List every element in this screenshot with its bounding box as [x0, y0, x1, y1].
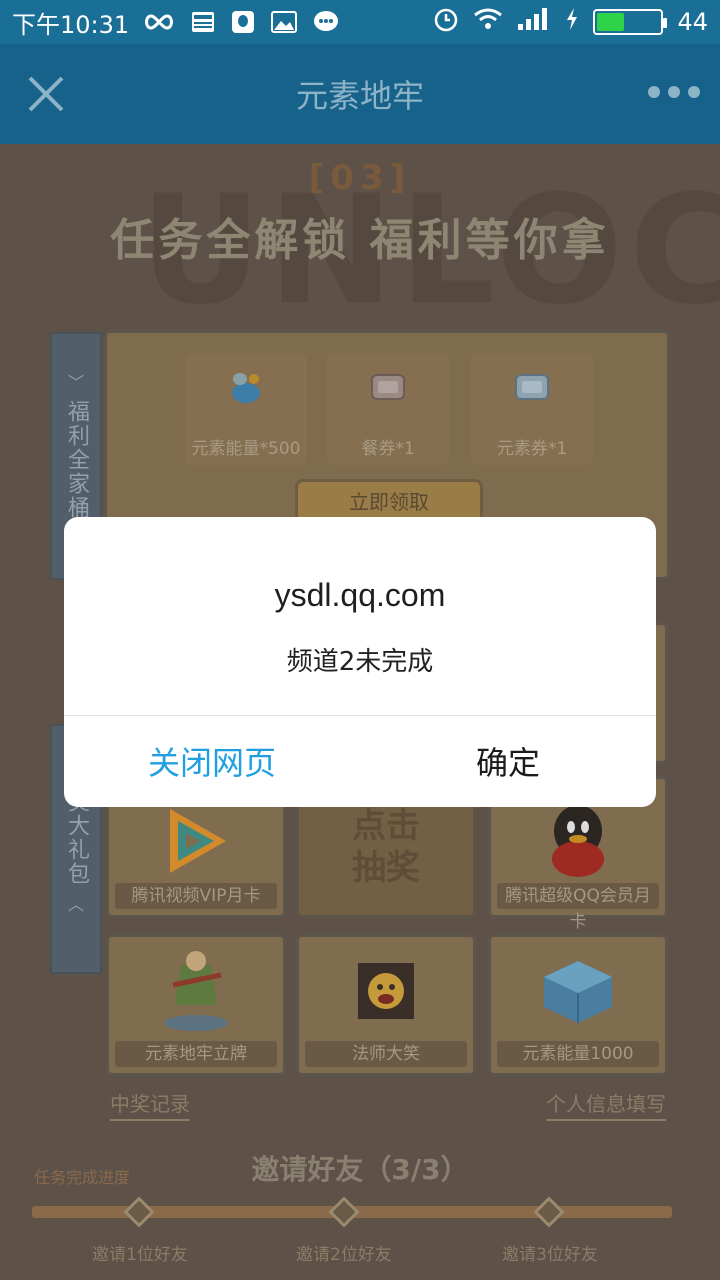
confirm-button[interactable]: 确定	[360, 715, 656, 807]
gift-item: 元素能量*500	[185, 353, 307, 465]
milestone-label: 邀请1位好友	[92, 1245, 188, 1265]
milestone-node	[123, 1196, 155, 1228]
milestone-node	[328, 1196, 360, 1228]
dialog-message: 频道2未完成	[286, 647, 434, 677]
gift-item: 元素券*1	[471, 353, 593, 465]
alarm-icon	[433, 6, 459, 38]
infinity-icon	[143, 13, 175, 31]
dialog-host: ysdl.qq.com	[274, 577, 446, 613]
image-icon	[271, 11, 298, 33]
win-record-link[interactable]: 中奖记录	[110, 1088, 190, 1121]
tab-welfare-label: 福利全家桶	[64, 400, 89, 520]
milestone-label: 邀请3位好友	[502, 1245, 598, 1265]
section-number: [03]	[308, 158, 412, 198]
status-bar: 下午10:31 44	[0, 0, 720, 44]
personal-info-link[interactable]: 个人信息填写	[546, 1088, 666, 1121]
close-icon[interactable]	[24, 72, 68, 116]
headline: 任务全解锁 福利等你拿	[110, 215, 610, 266]
prize-label: 腾讯超级QQ会员月卡	[497, 883, 659, 932]
gift-label: 元素能量*500	[191, 439, 301, 459]
mage-laugh-icon	[356, 961, 416, 1025]
chat-icon	[313, 10, 339, 34]
page-title: 元素地牢	[295, 77, 424, 115]
nav-bar: 元素地牢	[0, 44, 720, 144]
charging-icon	[565, 7, 579, 37]
draw-text: 点击 抽奖	[352, 806, 420, 888]
gift-label: 元素券*1	[496, 439, 568, 459]
close-page-button[interactable]: 关闭网页	[64, 715, 360, 807]
prize-label: 腾讯视频VIP月卡	[115, 883, 277, 909]
battery-level: 44	[677, 8, 708, 36]
gift-label: 餐券*1	[361, 439, 415, 459]
prize-label: 元素能量1000	[497, 1041, 659, 1067]
wifi-icon	[473, 7, 503, 37]
qq-penguin-icon	[543, 801, 613, 885]
invite-title: 邀请好友（3/3）	[251, 1153, 469, 1186]
prize-cell: 元素能量1000	[488, 934, 668, 1076]
prize-label: 元素地牢立牌	[115, 1041, 277, 1067]
energy-bag-icon	[226, 369, 266, 405]
meal-ticket-icon	[368, 369, 408, 405]
more-icon[interactable]	[648, 86, 700, 98]
status-time: 下午10:31	[12, 10, 130, 39]
milestone-node	[533, 1196, 565, 1228]
energy-crystal-icon	[538, 957, 618, 1031]
qq-icon	[231, 10, 255, 34]
character-stand-icon	[151, 945, 241, 1039]
prize-cell: 元素地牢立牌	[106, 934, 286, 1076]
milestone-label: 邀请2位好友	[296, 1245, 392, 1265]
element-ticket-icon	[512, 369, 552, 405]
prize-cell: 法师大笑	[296, 934, 476, 1076]
news-icon	[191, 10, 215, 34]
battery-icon	[593, 9, 668, 35]
signal-icon	[517, 7, 551, 37]
alert-dialog: ysdl.qq.com 频道2未完成 关闭网页 确定	[64, 517, 656, 807]
bottom-links: 中奖记录 个人信息填写	[110, 1088, 666, 1121]
chevron-up-icon: ︿	[67, 895, 84, 914]
chevron-down-icon: ﹀	[67, 373, 84, 392]
prize-label: 法师大笑	[305, 1041, 467, 1067]
gift-item: 餐券*1	[327, 353, 449, 465]
tencent-video-icon	[156, 801, 236, 885]
